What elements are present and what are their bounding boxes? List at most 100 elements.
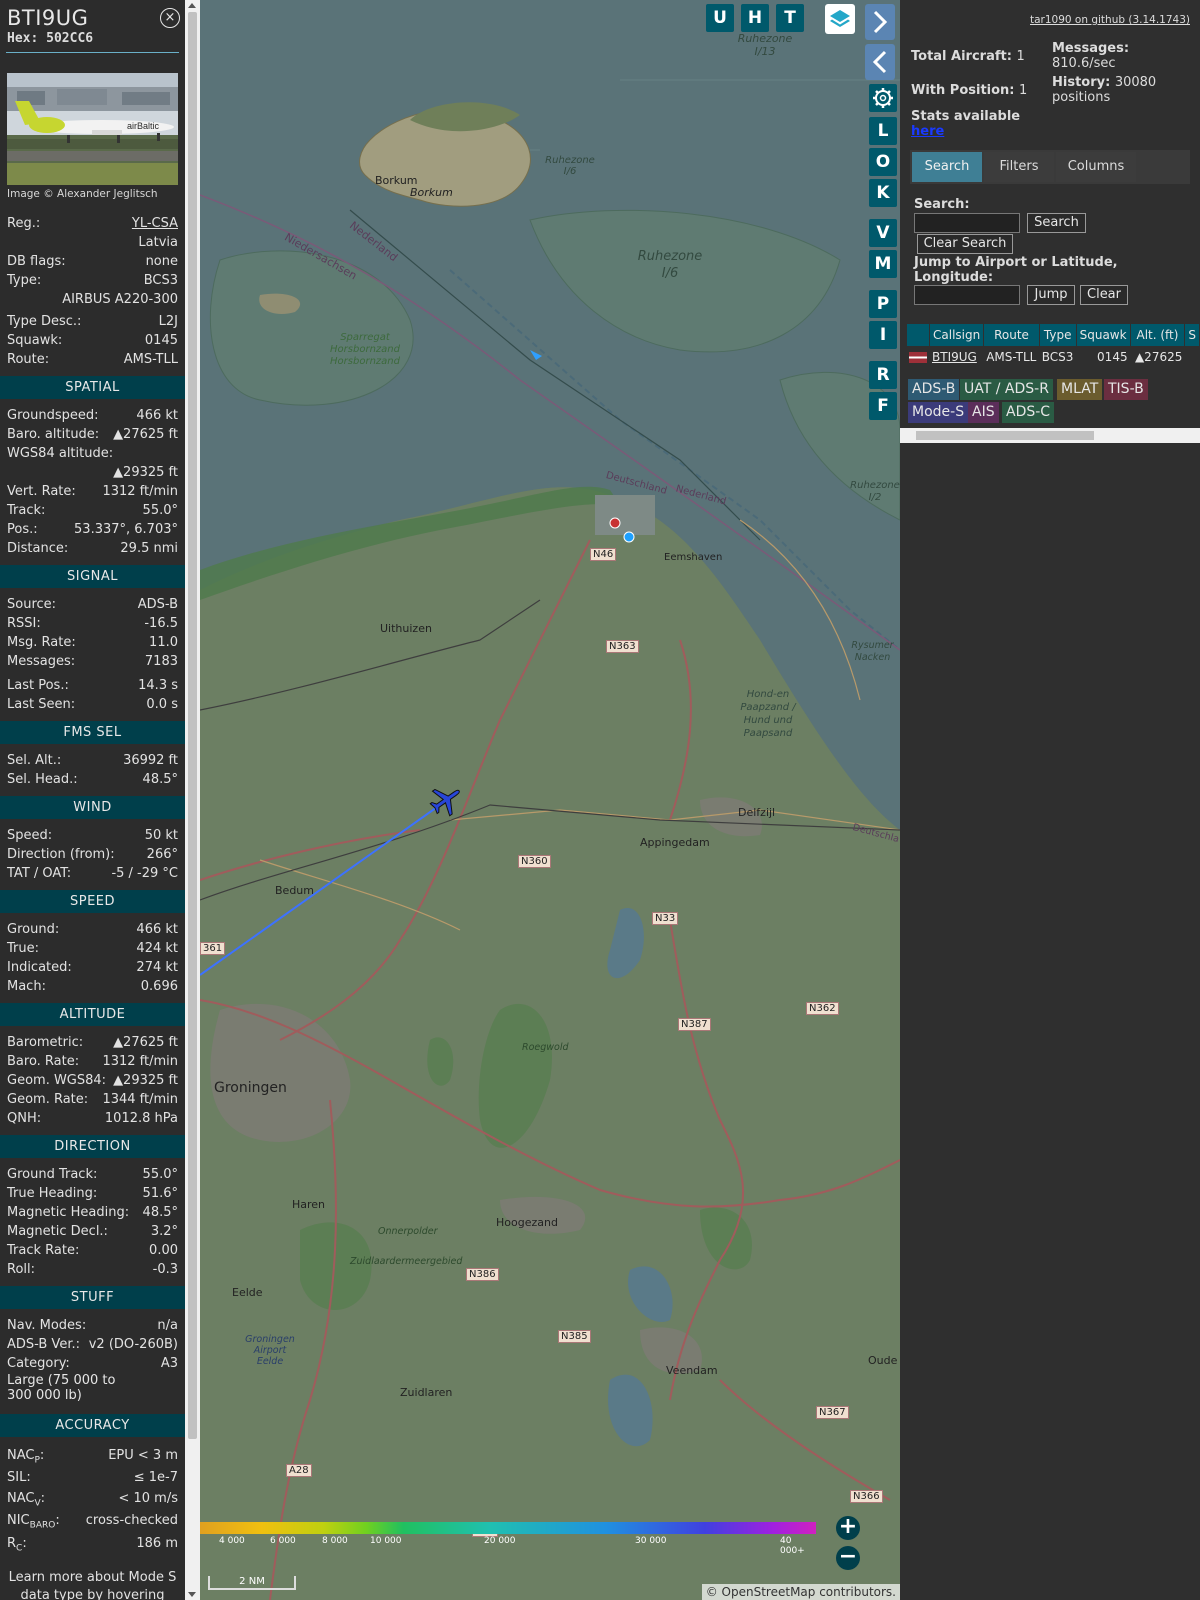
with-position-value: 1	[1019, 83, 1028, 98]
table-row[interactable]: BTI9UG AMS-TLL BCS3 0145 ▲27625	[907, 347, 1199, 367]
close-icon[interactable]: ×	[160, 8, 180, 28]
spd-true-row: True: 424 kt	[0, 939, 185, 958]
col-flag[interactable]	[907, 324, 929, 346]
road-shield: 361	[200, 942, 226, 955]
toggle-p-button[interactable]: P	[869, 290, 897, 318]
alt-baro-value: ▲27625 ft	[113, 1035, 178, 1050]
nicbaro-label-text: NIC	[7, 1513, 30, 1528]
github-link[interactable]: tar1090 on github (3.14.1743)	[1030, 14, 1190, 26]
rc-label[interactable]: RC:	[7, 1532, 27, 1555]
table-hscrollbar[interactable]	[900, 428, 1200, 443]
col-speed[interactable]: S	[1185, 324, 1199, 346]
info-scrollbar[interactable]	[185, 0, 200, 1600]
tab-search[interactable]: Search	[912, 152, 982, 182]
rc-value: 186 m	[136, 1536, 178, 1551]
col-type[interactable]: Type	[1039, 324, 1076, 346]
rssi-row: RSSI: -16.5	[0, 614, 185, 633]
col-squawk[interactable]: Squawk	[1076, 324, 1130, 346]
source-label: Source:	[7, 597, 57, 612]
country-row: Latvia	[0, 233, 185, 252]
toggle-h-button[interactable]: H	[741, 4, 769, 32]
jump-button[interactable]: Jump	[1027, 285, 1075, 305]
layers-icon[interactable]	[825, 4, 855, 34]
messages-label: Messages:	[7, 654, 76, 669]
toggle-r-button[interactable]: R	[869, 361, 897, 389]
toggle-v-button[interactable]: V	[869, 219, 897, 247]
reg-link[interactable]: YL-CSA	[132, 214, 178, 233]
reg-row: Reg.: YL-CSA	[0, 214, 185, 233]
collapse-panel-icon[interactable]	[865, 44, 895, 80]
scroll-down-icon[interactable]	[188, 1592, 196, 1597]
road-shield: N362	[806, 1002, 839, 1015]
row-flag-icon	[907, 347, 929, 367]
qnh-row: QNH: 1012.8 hPa	[0, 1109, 185, 1128]
altitude-gradient	[200, 1522, 816, 1534]
aircraft-photo[interactable]: airBaltic	[7, 73, 178, 185]
expand-panel-icon[interactable]	[865, 4, 895, 40]
mdecl-row: Magnetic Decl.: 3.2°	[0, 1222, 185, 1241]
col-callsign[interactable]: Callsign	[930, 324, 984, 346]
distance-label: Distance:	[7, 541, 69, 556]
scroll-up-icon[interactable]	[188, 3, 196, 8]
map-canvas[interactable]: Borkum Borkum Ruhezone I/13 Ruhezone I/6…	[200, 0, 900, 1600]
nicbaro-label[interactable]: NICBARO:	[7, 1509, 60, 1532]
toggle-u-button[interactable]: U	[706, 4, 734, 32]
lastpos-value: 14.3 s	[138, 678, 178, 693]
nacp-label-sub: P	[34, 1455, 40, 1466]
row-callsign[interactable]: BTI9UG	[930, 347, 983, 367]
toggle-f-button[interactable]: F	[869, 392, 897, 420]
sil-label[interactable]: SIL:	[7, 1467, 31, 1488]
selected-aircraft-icon[interactable]	[428, 782, 464, 818]
clear-search-button[interactable]: Clear Search	[917, 234, 1013, 254]
category-desc: Large (75 000 to 300 000 lb)	[7, 1373, 116, 1403]
toggle-k-button[interactable]: K	[869, 179, 897, 207]
search-input[interactable]	[914, 213, 1020, 233]
stats-here-link[interactable]: here	[911, 124, 1020, 139]
pos-label: Pos.:	[7, 522, 38, 537]
navmodes-row: Nav. Modes: n/a	[0, 1316, 185, 1335]
tab-columns[interactable]: Columns	[1056, 152, 1136, 182]
toggle-t-button[interactable]: T	[776, 4, 804, 32]
clear-jump-button[interactable]: Clear	[1080, 285, 1128, 305]
hscroll-thumb[interactable]	[916, 431, 1094, 440]
map-label: Delfzijl	[738, 806, 776, 819]
map-attribution[interactable]: © OpenStreetMap contributors.	[701, 1584, 900, 1600]
scroll-thumb[interactable]	[188, 12, 197, 1439]
zoom-in-button[interactable]: +	[836, 1516, 860, 1540]
selalt-row: Sel. Alt.: 36992 ft	[0, 751, 185, 770]
spd-ground-value: 466 kt	[136, 922, 178, 937]
mach-row: Mach: 0.696	[0, 977, 185, 996]
map-label: Borkum	[410, 186, 453, 199]
lastseen-value: 0.0 s	[146, 697, 178, 712]
section-wind: WIND	[0, 796, 185, 819]
tab-filters[interactable]: Filters	[984, 152, 1054, 182]
toggle-m-button[interactable]: M	[869, 250, 897, 278]
map-label: Zuidlaardermeergebied	[350, 1256, 463, 1267]
nacv-label-sub: V	[34, 1498, 41, 1509]
zoom-out-button[interactable]: −	[836, 1546, 860, 1570]
toggle-l-button[interactable]: L	[869, 117, 897, 145]
jump-input[interactable]	[914, 285, 1020, 305]
gear-icon[interactable]	[869, 84, 897, 112]
thead-value: 51.6°	[142, 1186, 178, 1201]
toggle-i-button[interactable]: I	[869, 321, 897, 349]
lastpos-label: Last Pos.:	[7, 678, 69, 693]
legend-tick: 6 000	[270, 1536, 296, 1546]
nacp-label[interactable]: NACP:	[7, 1444, 44, 1467]
search-button[interactable]: Search	[1027, 213, 1086, 233]
row-speed	[1185, 347, 1199, 367]
toggle-o-button[interactable]: O	[869, 148, 897, 176]
category-label: Category:	[7, 1356, 70, 1371]
map-label: Eelde	[232, 1286, 263, 1299]
col-altitude[interactable]: Alt. (ft)	[1130, 324, 1185, 346]
nacv-label[interactable]: NACV:	[7, 1488, 45, 1509]
section-direction: DIRECTION	[0, 1135, 185, 1158]
col-route[interactable]: Route	[984, 324, 1039, 346]
navmodes-value: n/a	[157, 1318, 178, 1333]
alt-barorate-label: Baro. Rate:	[7, 1054, 80, 1069]
selected-callsign: BTI9UG	[7, 6, 89, 30]
map-label: Nederland	[674, 483, 728, 508]
selalt-label: Sel. Alt.:	[7, 753, 62, 768]
section-altitude: ALTITUDE	[0, 1003, 185, 1026]
vert-rate-label: Vert. Rate:	[7, 484, 76, 499]
